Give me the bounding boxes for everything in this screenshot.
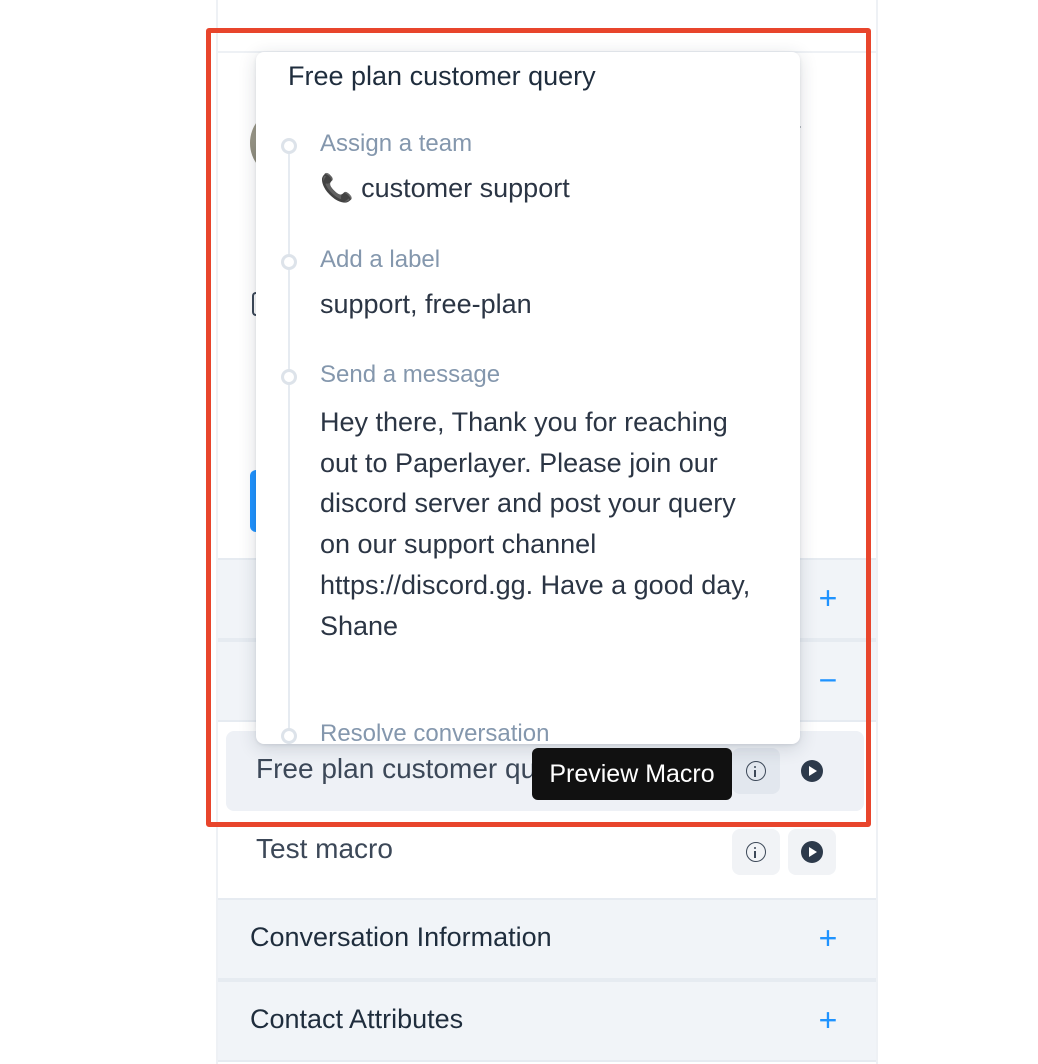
step-label: Send a message: [320, 361, 501, 388]
info-icon: [746, 761, 766, 781]
macro-name: Free plan customer query: [256, 753, 576, 784]
timeline-line: [288, 150, 290, 744]
step-value: 📞 customer support: [320, 173, 570, 203]
preview-macro-tooltip: Preview Macro: [532, 748, 732, 800]
run-macro-button[interactable]: [788, 748, 836, 794]
timeline-dot: [281, 369, 297, 385]
popover-title: Free plan customer query: [288, 61, 596, 91]
preview-macro-button[interactable]: [732, 748, 780, 794]
play-icon: [801, 760, 823, 782]
step-label: Assign a team: [320, 130, 473, 157]
step-value: support, free-plan: [320, 289, 532, 319]
timeline-dot: [281, 254, 297, 270]
macro-name: Test macro: [256, 833, 393, 864]
step-value: Hey there, Thank you for reaching out to…: [320, 407, 751, 641]
run-macro-button[interactable]: [788, 829, 836, 875]
plus-icon[interactable]: +: [814, 1000, 842, 1040]
section-title: Contact Attributes: [250, 1004, 464, 1034]
step-label: Add a label: [320, 246, 441, 273]
play-icon: [801, 841, 823, 863]
minus-icon[interactable]: −: [814, 660, 842, 700]
preview-macro-button[interactable]: [732, 829, 780, 875]
step-label: Resolve conversation: [320, 720, 550, 744]
info-icon: [746, 842, 766, 862]
section-title: Conversation Information: [250, 922, 552, 952]
section-conversation-information[interactable]: Conversation Information +: [218, 898, 876, 980]
plus-icon[interactable]: +: [814, 578, 842, 618]
plus-icon[interactable]: +: [814, 918, 842, 958]
timeline-dot: [281, 138, 297, 154]
macro-row-test[interactable]: Test macro: [226, 811, 864, 891]
timeline-dot: [281, 728, 297, 744]
macro-preview-popover: Free plan customer query Assign a team 📞…: [256, 52, 800, 744]
section-contact-attributes[interactable]: Contact Attributes +: [218, 980, 876, 1062]
